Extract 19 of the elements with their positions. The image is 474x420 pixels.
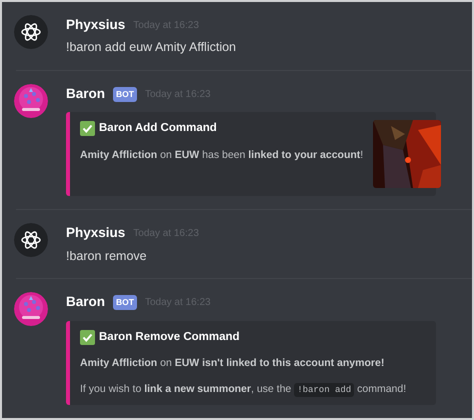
bot-tag: BOT — [113, 86, 137, 102]
avatar-icon[interactable] — [14, 292, 48, 326]
avatar-atom-icon[interactable] — [14, 15, 48, 49]
message-text: !baron remove — [66, 248, 148, 264]
embed-text: Amity Affliction on EUW has been linked to your account! — [80, 148, 364, 162]
avatar-atom-icon[interactable] — [14, 223, 48, 258]
message-text: !baron add euw Amity Affliction — [66, 39, 238, 56]
avatar-icon[interactable] — [14, 84, 48, 118]
check-icon — [80, 330, 95, 345]
check-icon — [80, 121, 95, 136]
username[interactable]: Phyxsius — [66, 15, 126, 36]
username[interactable]: Phyxsius — [66, 223, 126, 244]
embed-text: Amity Affliction on EUW isn't linked to this account anymore! — [80, 356, 386, 371]
embed-title: Baron Add Command — [99, 121, 217, 136]
embed-text: If you wish to link a new summoner, use the !baron add command! — [80, 382, 408, 398]
embed-title: Baron Remove Command — [99, 330, 240, 344]
username[interactable]: Baron — [66, 84, 106, 104]
username[interactable]: Baron — [66, 292, 106, 312]
bot-tag: BOT — [113, 295, 137, 310]
